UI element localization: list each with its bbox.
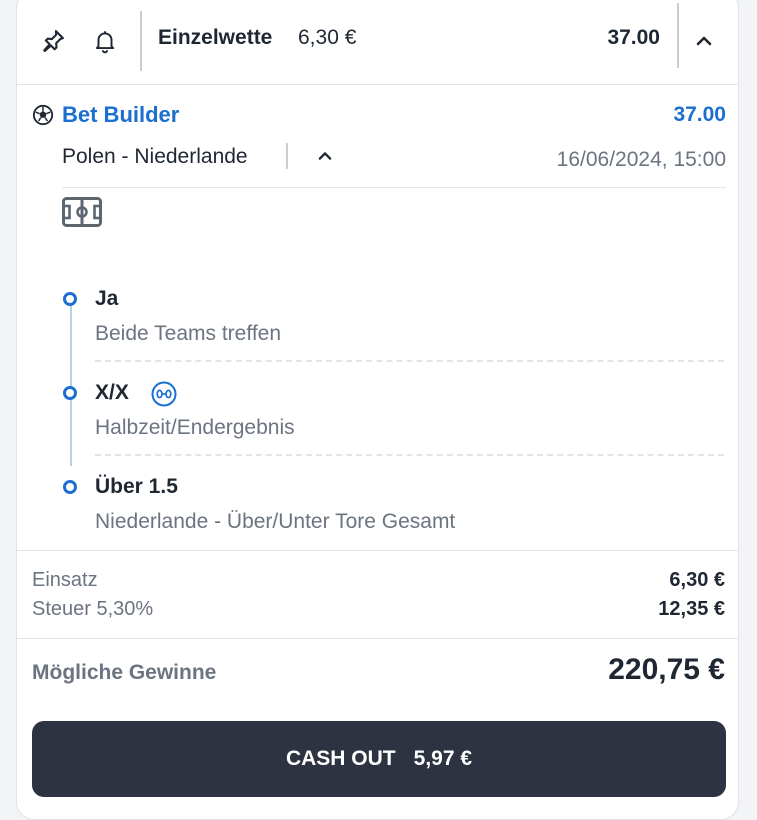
chevron-up-icon <box>318 152 332 160</box>
bet-type-label: Einzelwette <box>158 26 273 49</box>
selection-name: Ja <box>95 287 119 310</box>
chevron-up-icon <box>696 36 712 46</box>
possible-winnings-value: 220,75 € <box>608 653 725 686</box>
match-name[interactable]: Polen - Niederlande <box>62 143 248 171</box>
header-stake: 6,30 € <box>298 26 357 49</box>
selection-dot <box>63 292 77 306</box>
possible-winnings-label: Mögliche Gewinne <box>32 661 217 684</box>
selection-timeline <box>70 296 72 466</box>
selection-market: Niederlande - Über/Unter Tore Gesamt <box>95 510 456 533</box>
match-collapse-button[interactable] <box>308 139 342 173</box>
selection-dot <box>63 386 77 400</box>
selection-name: Über 1.5 <box>95 475 178 498</box>
selection-market: Halbzeit/Endergebnis <box>95 416 295 439</box>
football-pitch-icon[interactable] <box>62 197 102 227</box>
bet-slip-header: Einzelwette 6,30 € 37.00 <box>17 1 738 85</box>
selection-market: Beide Teams treffen <box>95 322 282 345</box>
score-icon[interactable] <box>151 381 177 407</box>
selection-name: X/X <box>95 381 129 404</box>
bet-slip-card: Einzelwette 6,30 € 37.00 Bet Builder 37.… <box>16 0 739 820</box>
bell-icon[interactable] <box>85 21 125 61</box>
header-odds: 37.00 <box>607 26 660 49</box>
tax-label: Steuer 5,30% <box>32 598 154 620</box>
tax-value: 12,35 € <box>658 598 725 620</box>
soccer-ball-icon <box>32 104 54 126</box>
pin-icon[interactable] <box>33 21 73 61</box>
selection-divider <box>95 454 724 456</box>
cash-out-button[interactable]: CASH OUT 5,97 € <box>32 721 726 797</box>
header-divider-right <box>677 3 679 68</box>
header-divider <box>140 11 142 71</box>
stake-label: Einsatz <box>32 569 98 591</box>
stake-value: 6,30 € <box>669 569 725 591</box>
selection-dot <box>63 480 77 494</box>
match-divider <box>286 143 288 169</box>
match-datetime: 16/06/2024, 15:00 <box>556 148 726 171</box>
selection-divider <box>95 360 724 362</box>
summary-divider <box>17 550 738 551</box>
cash-out-label: CASH OUT <box>285 747 396 770</box>
bet-builder-title: Bet Builder <box>62 102 180 127</box>
collapse-bet-button[interactable] <box>684 21 724 61</box>
winnings-divider <box>17 638 738 639</box>
cash-out-amount: 5,97 € <box>413 747 473 770</box>
bet-builder-odds: 37.00 <box>673 103 726 126</box>
match-divider-line <box>62 187 726 188</box>
